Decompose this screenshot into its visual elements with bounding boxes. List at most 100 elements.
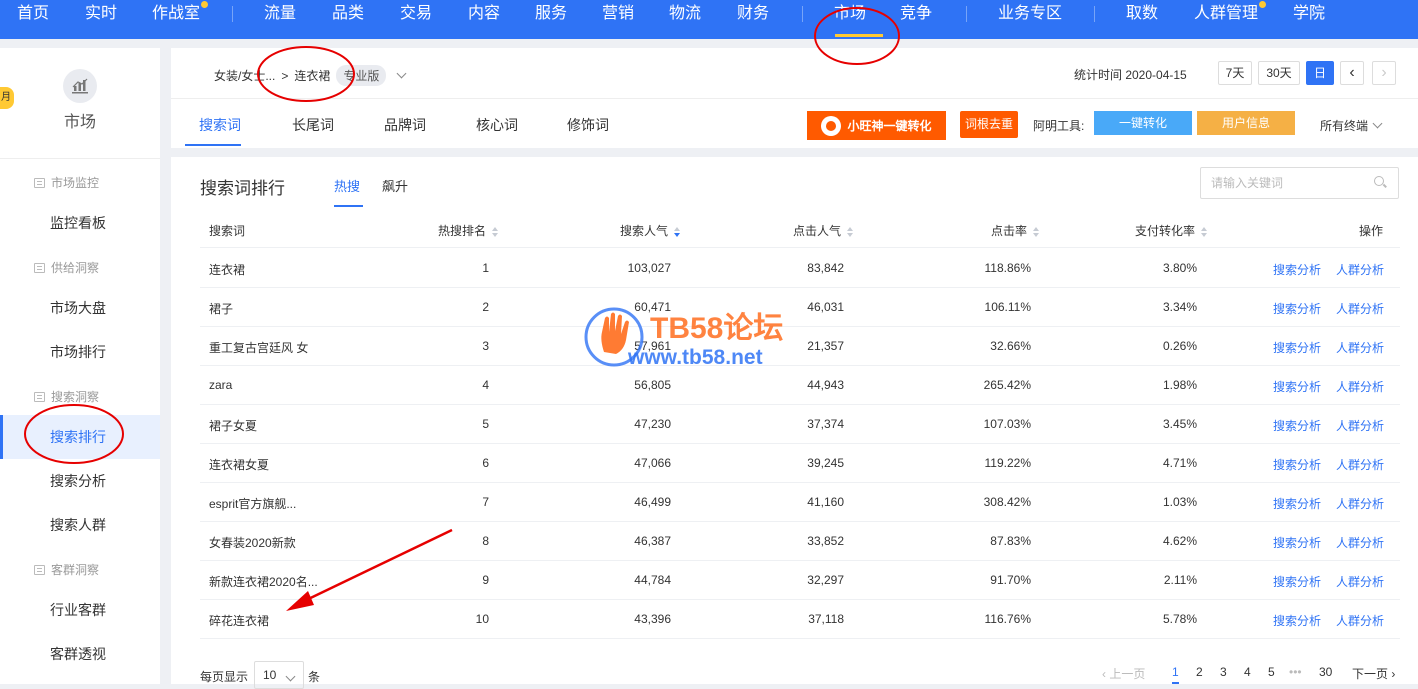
nav-crowd-label: 人群管理: [1194, 5, 1259, 22]
nav-crowd-management[interactable]: 人群管理: [1194, 0, 1267, 39]
nav-logistics[interactable]: 物流: [669, 0, 701, 39]
nav-finance[interactable]: 财务: [737, 0, 769, 39]
search-analysis-link[interactable]: 搜索分析: [1273, 378, 1321, 395]
search-analysis-link[interactable]: 搜索分析: [1273, 456, 1321, 473]
page-2[interactable]: 2: [1196, 665, 1203, 679]
row-divider: [200, 287, 1400, 288]
search-analysis-link[interactable]: 搜索分析: [1273, 534, 1321, 551]
nav-competition[interactable]: 竞争: [900, 0, 932, 39]
subtab-rising[interactable]: 飙升: [382, 176, 408, 195]
range-30d-button[interactable]: 30天: [1258, 61, 1300, 85]
sidebar-item-search-ranking[interactable]: 搜索排行: [0, 415, 160, 459]
cell-ctr: 32.66%: [990, 339, 1031, 353]
range-7d-button[interactable]: 7天: [1218, 61, 1252, 85]
sidebar-item-search-analysis[interactable]: 搜索分析: [0, 459, 160, 503]
search-icon[interactable]: [1374, 176, 1384, 186]
search-analysis-link[interactable]: 搜索分析: [1273, 495, 1321, 512]
column-header-cvr[interactable]: 支付转化率: [1135, 222, 1208, 239]
column-header-click-popularity[interactable]: 点击人气: [793, 222, 854, 239]
group-icon: [34, 262, 45, 273]
column-header-search-popularity[interactable]: 搜索人气: [620, 222, 681, 239]
user-info-button[interactable]: 用户信息: [1197, 111, 1295, 135]
sidebar-item-industry-customers[interactable]: 行业客群: [0, 588, 160, 632]
sidebar-group-market-monitor: 市场监控: [34, 174, 99, 191]
cell-cvr: 4.62%: [1162, 534, 1197, 548]
search-analysis-link[interactable]: 搜索分析: [1273, 339, 1321, 356]
crowd-analysis-link[interactable]: 人群分析: [1336, 534, 1384, 551]
sidebar-item-market-overview[interactable]: 市场大盘: [0, 286, 160, 330]
nav-marketing[interactable]: 营销: [602, 0, 634, 39]
nav-data-fetch[interactable]: 取数: [1126, 0, 1158, 39]
nav-war-room[interactable]: 作战室: [152, 0, 209, 39]
crowd-analysis-link[interactable]: 人群分析: [1336, 378, 1384, 395]
chevron-down-icon[interactable]: [396, 68, 407, 79]
nav-realtime[interactable]: 实时: [85, 0, 117, 39]
crowd-analysis-link[interactable]: 人群分析: [1336, 495, 1384, 512]
nav-service[interactable]: 服务: [535, 0, 567, 39]
page-30[interactable]: 30: [1319, 665, 1332, 679]
next-date-button[interactable]: ›: [1372, 61, 1396, 85]
search-analysis-link[interactable]: 搜索分析: [1273, 573, 1321, 590]
row-divider: [200, 365, 1400, 366]
tab-long-tail-words[interactable]: 长尾词: [292, 115, 334, 135]
page-5[interactable]: 5: [1268, 665, 1275, 679]
nav-category[interactable]: 品类: [332, 0, 364, 39]
root-dedup-button[interactable]: 词根去重: [960, 111, 1018, 138]
wangwang-convert-button[interactable]: 小旺神一键转化: [807, 111, 946, 140]
search-analysis-link[interactable]: 搜索分析: [1273, 417, 1321, 434]
search-analysis-link[interactable]: 搜索分析: [1273, 300, 1321, 317]
terminal-select[interactable]: 所有终端: [1320, 117, 1387, 134]
subtab-hot[interactable]: 热搜: [334, 176, 360, 195]
sidebar-item-search-crowd[interactable]: 搜索人群: [0, 503, 160, 547]
crowd-analysis-link[interactable]: 人群分析: [1336, 573, 1384, 590]
tab-core-words[interactable]: 核心词: [476, 115, 518, 135]
cell-click-popularity: 37,374: [807, 417, 844, 431]
page-1[interactable]: 1: [1172, 665, 1179, 684]
group-icon: [34, 564, 45, 575]
crowd-analysis-link[interactable]: 人群分析: [1336, 612, 1384, 629]
one-click-convert-button[interactable]: 一键转化: [1094, 111, 1192, 135]
search-analysis-link[interactable]: 搜索分析: [1273, 612, 1321, 629]
nav-business-zone[interactable]: 业务专区: [998, 0, 1062, 39]
nav-transaction[interactable]: 交易: [400, 0, 432, 39]
keyword-search-input[interactable]: [1200, 167, 1399, 199]
sidebar-month-badge[interactable]: 月: [0, 87, 14, 109]
range-day-button[interactable]: 日: [1306, 61, 1334, 85]
column-header-ctr[interactable]: 点击率: [991, 222, 1040, 239]
sidebar-item-market-ranking[interactable]: 市场排行: [0, 330, 160, 374]
nav-content[interactable]: 内容: [468, 0, 500, 39]
cell-click-popularity: 41,160: [807, 495, 844, 509]
crowd-analysis-link[interactable]: 人群分析: [1336, 261, 1384, 278]
cell-rank: 8: [482, 534, 489, 548]
prev-date-button[interactable]: ‹: [1340, 61, 1364, 85]
nav-home[interactable]: 首页: [17, 0, 49, 39]
crowd-analysis-link[interactable]: 人群分析: [1336, 456, 1384, 473]
page-size-select[interactable]: 10: [254, 661, 304, 689]
cell-ctr: 308.42%: [983, 495, 1031, 509]
crowd-analysis-link[interactable]: 人群分析: [1336, 300, 1384, 317]
nav-academy[interactable]: 学院: [1293, 0, 1325, 39]
breadcrumb-current[interactable]: 连衣裙: [294, 67, 330, 84]
notification-dot: [1259, 1, 1267, 8]
prev-page-button[interactable]: ‹ 上一页: [1102, 665, 1145, 682]
terminal-label: 所有终端: [1320, 119, 1369, 133]
next-page-button[interactable]: 下一页 ›: [1352, 665, 1395, 682]
page-4[interactable]: 4: [1244, 665, 1251, 679]
sidebar-item-customer-perspective[interactable]: 客群透视: [0, 632, 160, 676]
column-header-rank[interactable]: 热搜排名: [438, 222, 499, 239]
tab-modifier-words[interactable]: 修饰词: [567, 115, 609, 135]
cell-ctr: 265.42%: [983, 378, 1031, 392]
crowd-analysis-link[interactable]: 人群分析: [1336, 339, 1384, 356]
cell-search-popularity: 103,027: [627, 261, 671, 275]
tab-search-words[interactable]: 搜索词: [199, 115, 241, 135]
sidebar-item-monitor-board[interactable]: 监控看板: [0, 201, 160, 245]
cell-ctr: 118.86%: [984, 261, 1031, 275]
nav-traffic[interactable]: 流量: [264, 0, 296, 39]
tab-brand-words[interactable]: 品牌词: [384, 115, 426, 135]
crowd-analysis-link[interactable]: 人群分析: [1336, 417, 1384, 434]
page-3[interactable]: 3: [1220, 665, 1227, 679]
search-analysis-link[interactable]: 搜索分析: [1273, 261, 1321, 278]
notification-dot: [201, 1, 209, 8]
header-divider: [171, 98, 1418, 99]
breadcrumb-parent[interactable]: 女装/女士...: [214, 67, 275, 84]
